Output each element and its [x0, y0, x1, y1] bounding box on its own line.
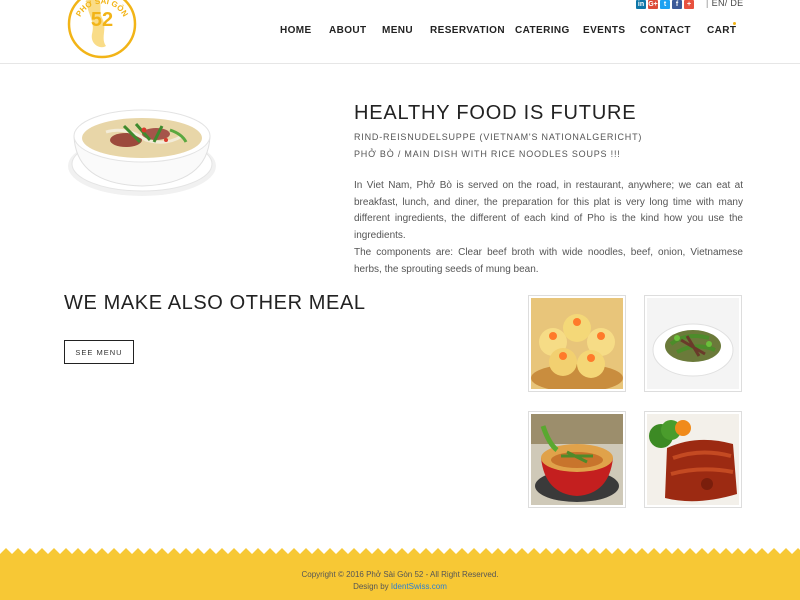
cart-badge [733, 22, 736, 25]
dumplings-image[interactable] [528, 295, 626, 392]
nav-reservation[interactable]: RESERVATION [430, 25, 505, 36]
language-separator: | [706, 0, 709, 8]
twitter-icon[interactable]: t [660, 0, 670, 9]
facebook-icon[interactable]: f [672, 0, 682, 9]
see-menu-button[interactable]: SEE MENU [64, 340, 134, 364]
site-footer: Copyright © 2016 Phở Sài Gòn 52 - All Ri… [0, 548, 800, 600]
herb-salad-image[interactable] [644, 295, 742, 392]
language-de-link[interactable]: DE [730, 0, 743, 8]
nav-catering[interactable]: CATERING [515, 25, 570, 36]
site-header: 52 PHỞ SÀI GÒN in G+ t f + | EN/ DE HOME … [0, 0, 800, 64]
other-meal-heading: WE MAKE ALSO OTHER MEAL [64, 292, 366, 314]
main-nav: HOME ABOUT MENU RESERVATION CATERING EVE… [0, 25, 800, 39]
nav-events[interactable]: EVENTS [583, 25, 625, 36]
glazed-meat-image[interactable] [644, 411, 742, 508]
nav-contact[interactable]: CONTACT [640, 25, 691, 36]
copyright-text: Copyright © 2016 Phở Sài Gòn 52 - All Ri… [301, 570, 499, 579]
intro-paragraph: In Viet Nam, Phở Bò is served on the roa… [354, 180, 743, 241]
nav-home[interactable]: HOME [280, 25, 312, 36]
subtitle-en: PHỞ BÒ / MAIN DISH WITH RICE NOODLES SOU… [354, 149, 621, 159]
design-credit-prefix: Design by [353, 582, 391, 591]
pho-bowl-image [68, 109, 216, 196]
nav-cart[interactable]: CART [707, 25, 736, 36]
page-title: HEALTHY FOOD IS FUTURE [354, 102, 637, 124]
social-links: in G+ t f + [636, 0, 694, 9]
language-en-link[interactable]: EN/ [712, 0, 728, 8]
linkedin-icon[interactable]: in [636, 0, 646, 9]
design-credit: Design by IdentSwiss.com [0, 582, 800, 591]
nav-about[interactable]: ABOUT [329, 25, 367, 36]
soup-bowl-image[interactable] [528, 411, 626, 508]
plus-icon[interactable]: + [684, 0, 694, 9]
design-credit-link[interactable]: IdentSwiss.com [391, 582, 447, 591]
subtitle-de: RIND-REISNUDELSUPPE (VIETNAM'S NATIONALG… [354, 132, 643, 142]
nav-menu[interactable]: MENU [382, 25, 413, 36]
components-paragraph: The components are: Clear beef broth wit… [354, 247, 743, 275]
language-switcher: | EN/ DE [706, 0, 743, 8]
google-plus-icon[interactable]: G+ [648, 0, 658, 9]
